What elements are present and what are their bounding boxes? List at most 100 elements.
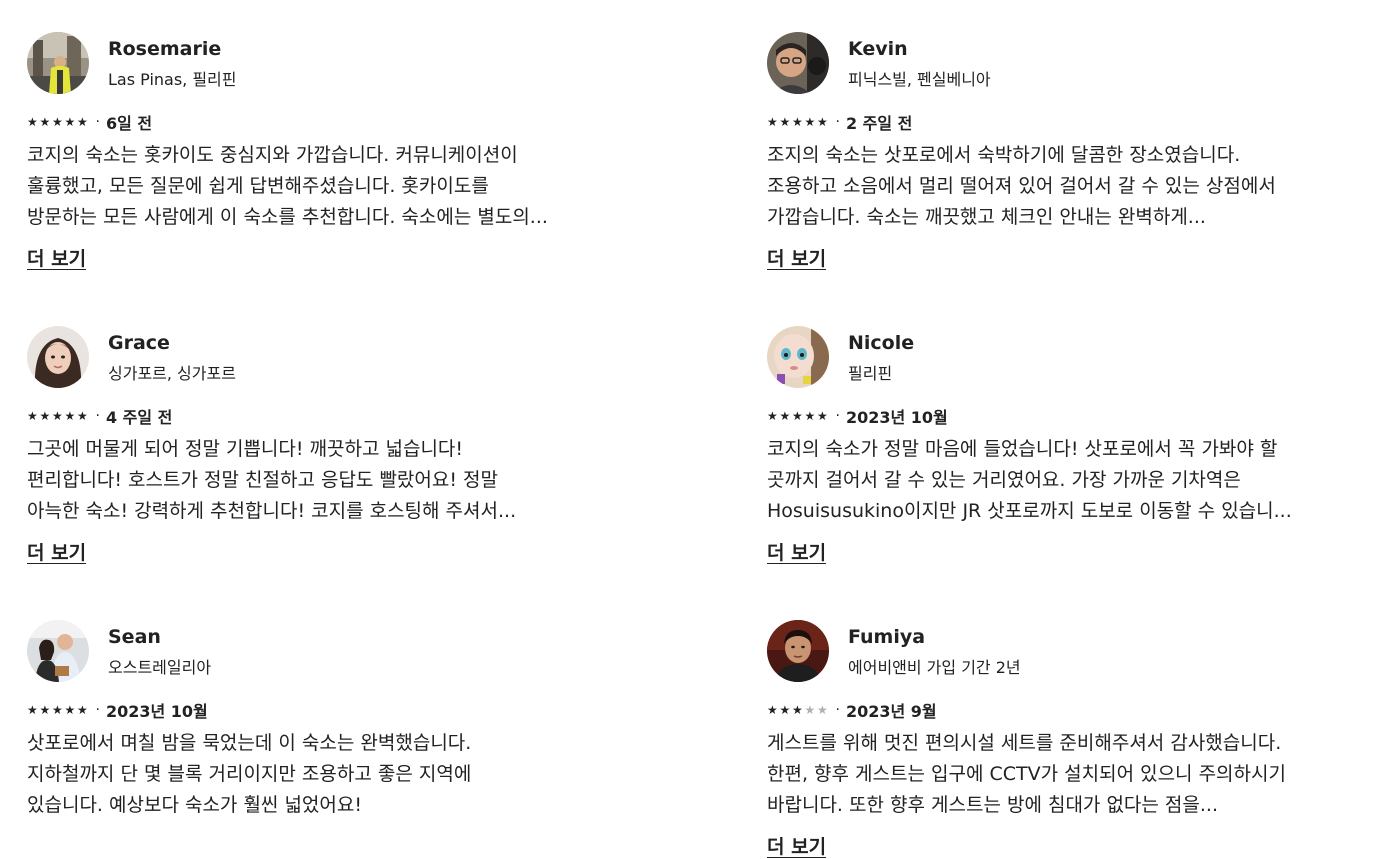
show-more-button[interactable]: 더 보기 — [767, 538, 826, 565]
star-icon: ★ — [64, 409, 76, 423]
separator: · — [835, 702, 840, 718]
review-text: 코지의 숙소는 홋카이도 중심지와 가깝습니다. 커뮤니케이션이 훌륭했고, 모… — [27, 140, 637, 233]
show-more-button[interactable]: 더 보기 — [767, 244, 826, 271]
review-meta: ★ ★ ★ ★ ★ · 4 주일 전 — [27, 406, 173, 427]
review-meta: ★ ★ ★ ★ ★ · 2023년 10월 — [767, 406, 948, 427]
review-text-line: 바랍니다. 또한 향후 게스트는 방에 침대가 없다는 점을... — [767, 794, 1218, 816]
reviewer-name: Sean — [108, 626, 161, 648]
star-icon: ★ — [767, 703, 778, 717]
review-card: Grace 싱가포르, 싱가포르 ★ ★ ★ ★ ★ · 4 주일 전 그곳에 머물게 … — [27, 326, 637, 564]
star-icon: ★ — [817, 409, 828, 423]
review-date: 2023년 10월 — [845, 408, 948, 427]
review-card: Nicole 필리핀 ★ ★ ★ ★ ★ · 2023년 10월 코지의 숙소가 정말 … — [767, 326, 1377, 564]
star-rating: ★ ★ ★ ★ ★ — [27, 410, 90, 422]
reviewer-location: 싱가포르, 싱가포르 — [108, 364, 236, 383]
avatar[interactable] — [767, 32, 829, 94]
reviewer-location: 에어비앤비 가입 기간 2년 — [848, 658, 1021, 677]
review-text-line: 코지의 숙소는 홋카이도 중심지와 가깝습니다. 커뮤니케이션이 — [27, 144, 518, 166]
review-text-line: 가깝습니다. 숙소는 깨끗했고 체크인 안내는 완벽하게... — [767, 206, 1206, 228]
review-header: Fumiya 에어비앤비 가입 기간 2년 — [767, 620, 1377, 684]
reviewer-name: Fumiya — [848, 626, 926, 648]
show-more-button[interactable]: 더 보기 — [27, 244, 86, 271]
reviewer-name: Rosemarie — [108, 38, 222, 60]
review-text-line: 방문하는 모든 사람에게 이 숙소를 추천합니다. 숙소에는 별도의... — [27, 206, 548, 228]
review-text-line: 훌륭했고, 모든 질문에 쉽게 답변해주셨습니다. 홋카이도를 — [27, 175, 489, 197]
review-date: 6일 전 — [105, 114, 153, 133]
reviewer-location: 피닉스빌, 펜실베니아 — [848, 70, 991, 89]
review-text-line: 코지의 숙소가 정말 마음에 들었습니다! 삿포로에서 꼭 가봐야 할 — [767, 438, 1278, 460]
show-more-button[interactable]: 더 보기 — [27, 538, 86, 565]
reviewer-location: 필리핀 — [848, 364, 893, 383]
review-card: Fumiya 에어비앤비 가입 기간 2년 ★ ★ ★ ★ ★ · 2023년 9월 게… — [767, 620, 1377, 858]
star-icon: ★ — [52, 703, 63, 717]
star-icon: ★ — [804, 115, 816, 129]
review-meta: ★ ★ ★ ★ ★ · 2023년 9월 — [767, 700, 937, 721]
review-card: Sean 오스트레일리아 ★ ★ ★ ★ ★ · 2023년 10월 삿포로에서 며칠 … — [27, 620, 637, 816]
star-icon: ★ — [52, 409, 63, 423]
review-date: 2023년 10월 — [105, 702, 208, 721]
review-meta: ★ ★ ★ ★ ★ · 2023년 10월 — [27, 700, 208, 721]
reviewer-name: Grace — [108, 332, 170, 354]
star-icon: ★ — [27, 703, 38, 717]
star-icon: ★ — [792, 409, 803, 423]
star-icon: ★ — [64, 703, 76, 717]
star-empty-icon: ★ — [804, 703, 816, 717]
star-icon: ★ — [792, 115, 803, 129]
star-icon: ★ — [27, 409, 38, 423]
separator: · — [835, 114, 840, 130]
avatar[interactable] — [27, 620, 89, 682]
star-icon: ★ — [804, 409, 816, 423]
review-text-line: 한편, 향후 게스트는 입구에 CCTV가 설치되어 있으니 주의하시기 — [767, 763, 1286, 785]
review-date: 2 주일 전 — [845, 114, 913, 133]
reviewer-name: Nicole — [848, 332, 915, 354]
review-meta: ★ ★ ★ ★ ★ · 6일 전 — [27, 112, 153, 133]
review-text: 게스트를 위해 멋진 편의시설 세트를 준비해주셔서 감사했습니다. 한편, 향… — [767, 728, 1377, 821]
star-icon: ★ — [52, 115, 63, 129]
review-text-line: 곳까지 걸어서 갈 수 있는 거리였어요. 가장 가까운 기차역은 — [767, 469, 1241, 491]
separator: · — [95, 114, 100, 130]
star-empty-icon: ★ — [817, 703, 828, 717]
separator: · — [835, 408, 840, 424]
star-rating: ★ ★ ★ ★ ★ — [27, 704, 90, 716]
star-rating: ★ ★ ★ ★ ★ — [27, 116, 90, 128]
reviewer-location: 오스트레일리아 — [108, 658, 212, 677]
star-icon: ★ — [817, 115, 828, 129]
review-header: Nicole 필리핀 — [767, 326, 1377, 390]
star-icon: ★ — [64, 115, 76, 129]
star-icon: ★ — [39, 115, 51, 129]
review-text-line: 그곳에 머물게 되어 정말 기쁩니다! 깨끗하고 넓습니다! — [27, 438, 464, 460]
star-icon: ★ — [767, 115, 778, 129]
review-text: 삿포로에서 며칠 밤을 묵었는데 이 숙소는 완벽했습니다. 지하철까지 단 몇… — [27, 728, 637, 821]
review-text-line: 게스트를 위해 멋진 편의시설 세트를 준비해주셔서 감사했습니다. — [767, 732, 1282, 754]
review-header: Grace 싱가포르, 싱가포르 — [27, 326, 637, 390]
separator: · — [95, 702, 100, 718]
review-header: Sean 오스트레일리아 — [27, 620, 637, 684]
review-text-line: 있습니다. 예상보다 숙소가 훨씬 넓었어요! — [27, 794, 362, 816]
star-icon: ★ — [27, 115, 38, 129]
reviewer-name: Kevin — [848, 38, 908, 60]
star-icon: ★ — [77, 409, 88, 423]
avatar[interactable] — [27, 326, 89, 388]
review-text-line: 조지의 숙소는 삿포로에서 숙박하기에 달콤한 장소였습니다. — [767, 144, 1241, 166]
reviews-grid: Rosemarie Las Pinas, 필리핀 ★ ★ ★ ★ ★ · 6일 전 코지… — [0, 0, 1398, 858]
avatar[interactable] — [27, 32, 89, 94]
review-text: 코지의 숙소가 정말 마음에 들었습니다! 삿포로에서 꼭 가봐야 할 곳까지 … — [767, 434, 1377, 527]
star-icon: ★ — [792, 703, 803, 717]
reviewer-location: Las Pinas, 필리핀 — [108, 70, 237, 89]
review-text-line: 아늑한 숙소! 강력하게 추천합니다! 코지를 호스팅해 주셔서... — [27, 500, 517, 522]
show-more-button[interactable]: 더 보기 — [767, 832, 826, 859]
star-rating: ★ ★ ★ ★ ★ — [767, 704, 830, 716]
avatar[interactable] — [767, 326, 829, 388]
review-text-line: 지하철까지 단 몇 블록 거리이지만 조용하고 좋은 지역에 — [27, 763, 472, 785]
star-icon: ★ — [779, 115, 791, 129]
review-text-line: 삿포로에서 며칠 밤을 묵었는데 이 숙소는 완벽했습니다. — [27, 732, 472, 754]
separator: · — [95, 408, 100, 424]
review-date: 4 주일 전 — [105, 408, 173, 427]
avatar[interactable] — [767, 620, 829, 682]
star-icon: ★ — [779, 409, 791, 423]
review-text: 조지의 숙소는 삿포로에서 숙박하기에 달콤한 장소였습니다. 조용하고 소음에… — [767, 140, 1377, 233]
review-date: 2023년 9월 — [845, 702, 937, 721]
review-header: Rosemarie Las Pinas, 필리핀 — [27, 32, 637, 96]
star-icon: ★ — [77, 703, 88, 717]
star-rating: ★ ★ ★ ★ ★ — [767, 410, 830, 422]
